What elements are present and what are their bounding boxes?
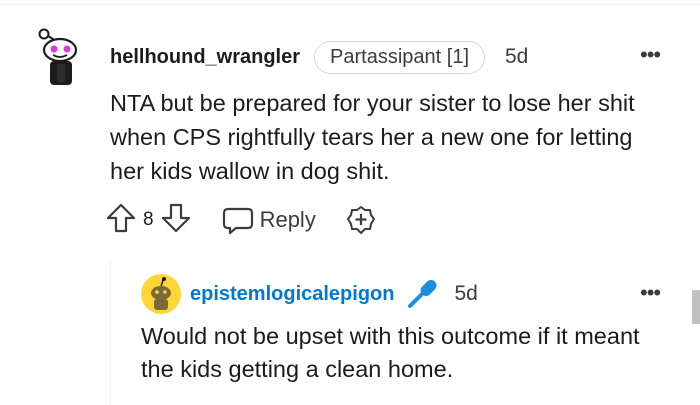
microphone-icon: [408, 280, 437, 308]
user-avatar[interactable]: [36, 28, 92, 86]
reply-button[interactable]: Reply: [222, 205, 316, 235]
comment-header: hellhound_wrangler Partassipant [1] 5d: [110, 40, 528, 74]
user-flair: Partassipant [1]: [314, 40, 485, 74]
reply-more-options-button[interactable]: •••: [640, 280, 661, 306]
snoo-avatar-yellow-icon: [141, 274, 181, 314]
more-dots-icon: •••: [640, 42, 661, 67]
reply-user-avatar[interactable]: [141, 274, 181, 314]
scrollbar-thumb[interactable]: [692, 290, 700, 324]
talk-badge: [406, 278, 440, 310]
comment-actions: 8 Reply: [105, 202, 376, 238]
downvote-arrow-icon: [161, 203, 190, 232]
comment-author[interactable]: hellhound_wrangler: [110, 46, 300, 69]
reply-body: Would not be upset with this outcome if …: [141, 323, 640, 382]
comment-body: NTA but be prepared for your sister to l…: [110, 90, 635, 184]
top-divider: [0, 4, 700, 5]
reply-timestamp[interactable]: 5d: [454, 282, 477, 306]
snoo-avatar-icon: [38, 28, 78, 85]
thread-line[interactable]: [110, 262, 111, 405]
award-button[interactable]: [346, 204, 376, 236]
reply-label: Reply: [259, 207, 316, 232]
upvote-button[interactable]: [105, 201, 137, 240]
vote-score: 8: [143, 209, 154, 230]
reply-author[interactable]: epistemlogicalepigon: [190, 283, 394, 306]
reply-header: epistemlogicalepigon 5d: [190, 278, 478, 310]
comment-timestamp[interactable]: 5d: [505, 45, 528, 69]
speech-bubble-icon: [222, 207, 253, 235]
downvote-button[interactable]: [160, 201, 192, 240]
more-options-button[interactable]: •••: [640, 42, 661, 68]
more-dots-icon: •••: [640, 280, 661, 305]
upvote-arrow-icon: [106, 203, 136, 232]
award-plus-icon: [346, 206, 375, 234]
